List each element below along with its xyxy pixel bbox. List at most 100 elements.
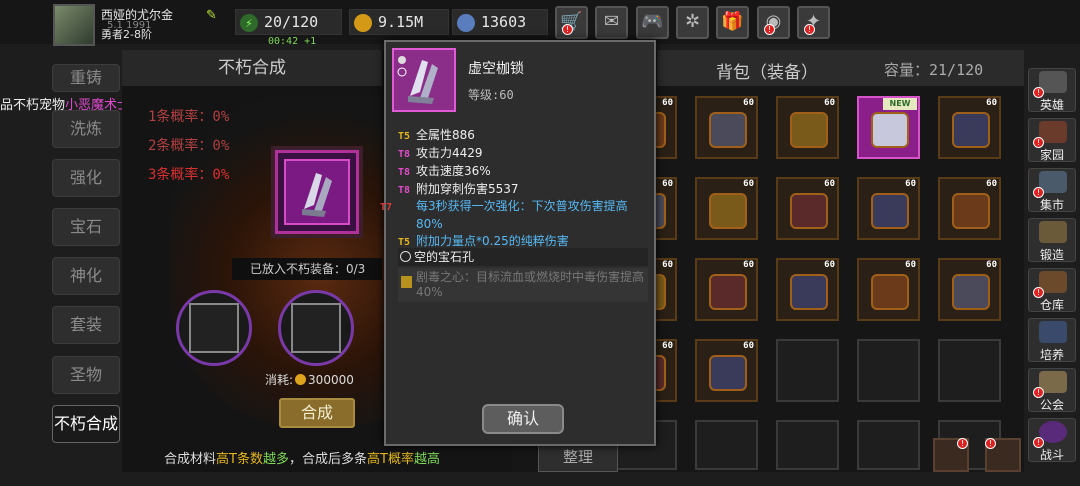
alert-badge: ! xyxy=(957,438,968,449)
stat-text: 攻击速度36% xyxy=(416,164,491,178)
empty-bag-slot[interactable] xyxy=(857,420,920,470)
gamepad-icon[interactable]: 🎮 xyxy=(636,6,669,39)
bag-item[interactable]: 60 xyxy=(695,339,758,402)
bag-title: 背包（装备） xyxy=(716,63,818,83)
equipment-icon xyxy=(952,193,990,229)
alert-badge: ! xyxy=(764,24,775,35)
side-guild[interactable]: 公会! xyxy=(1028,368,1076,412)
gauntlet-icon xyxy=(284,159,350,225)
gold-value: 9.15M xyxy=(378,13,424,31)
empty-bag-slot[interactable] xyxy=(776,420,839,470)
bag-item[interactable]: 60 xyxy=(776,258,839,321)
item-level-badge: 60 xyxy=(662,98,673,108)
item-level-badge: 60 xyxy=(824,179,835,189)
empty-bag-slot[interactable] xyxy=(938,339,1001,402)
confirm-button[interactable]: 确认 xyxy=(482,404,564,434)
chance-1: 1条概率：0% xyxy=(148,109,230,125)
result-slot[interactable] xyxy=(275,150,359,234)
gold-coin-icon xyxy=(295,374,307,385)
gold-counter: 9.15M xyxy=(349,9,449,35)
equipment-icon xyxy=(709,112,747,148)
side-hero[interactable]: 英雄! xyxy=(1028,68,1076,112)
tier-badge: T5 xyxy=(398,237,411,248)
hint-part: 合成材料 xyxy=(164,452,217,467)
hint-part: ，合成后多条 xyxy=(288,452,367,467)
side-label: 培养 xyxy=(1039,348,1064,362)
side-label: 战斗 xyxy=(1039,448,1064,462)
bag-item[interactable]: 60 xyxy=(938,258,1001,321)
bag-item[interactable]: 60 xyxy=(857,177,920,240)
bag-item[interactable]: 60 xyxy=(695,96,758,159)
mail-icon[interactable]: ✉ xyxy=(595,6,628,39)
item-level-badge: 60 xyxy=(824,260,835,270)
equipment-icon xyxy=(790,274,828,310)
lightning-icon: ⚡ xyxy=(240,14,258,32)
empty-bag-slot[interactable] xyxy=(695,420,758,470)
bag-item[interactable]: 60 xyxy=(938,177,1001,240)
menu-enhance[interactable]: 强化 xyxy=(52,159,120,197)
item-level-badge: 60 xyxy=(662,341,673,351)
stat-line: T8 攻击力4429 xyxy=(398,144,483,161)
item-level-badge: 60 xyxy=(986,260,997,270)
player-avatar[interactable] xyxy=(53,4,95,46)
side-label: 公会 xyxy=(1039,398,1064,412)
bag-item[interactable]: 60 xyxy=(857,258,920,321)
gem-icon xyxy=(457,14,475,32)
synthesis-hint: 合成材料高T条数越多，合成后多条高T概率越高 xyxy=(164,448,440,467)
edit-icon[interactable]: ✎ xyxy=(206,8,220,23)
item-level-badge: 60 xyxy=(743,341,754,351)
player-rank: 勇者2-8阶 xyxy=(101,28,152,41)
menu-divine[interactable]: 神化 xyxy=(52,257,120,295)
wheel-icon[interactable]: ◉! xyxy=(757,6,790,39)
side-home[interactable]: 家园! xyxy=(1028,118,1076,162)
placed-counter: 已放入不朽装备：0/3 xyxy=(232,258,382,280)
synthesize-button[interactable]: 合成 xyxy=(279,398,355,428)
settings-icon[interactable]: ✲ xyxy=(676,6,709,39)
hint-part: 高T条数 xyxy=(216,452,263,467)
bag-item[interactable]: 60 xyxy=(776,96,839,159)
new-tag: NEW xyxy=(883,98,917,110)
pet-banner: 品不朽宠物小恶魔术士 xyxy=(0,94,130,113)
hint-part: 高T概率 xyxy=(367,452,414,467)
item-level-badge: 60 xyxy=(905,260,916,270)
gem-value: 13603 xyxy=(481,13,527,31)
menu-set[interactable]: 套装 xyxy=(52,306,120,344)
bag-item[interactable]: 60NEW xyxy=(857,96,920,159)
empty-bag-slot[interactable] xyxy=(776,339,839,402)
side-warehouse[interactable]: 仓库! xyxy=(1028,268,1076,312)
empty-bag-slot[interactable] xyxy=(857,339,920,402)
cost-line: 消耗: 300000 xyxy=(265,371,354,388)
shop-icon[interactable]: 🛒! xyxy=(555,6,588,39)
stat-text: 攻击力4429 xyxy=(416,146,483,160)
event-icon[interactable]: ✦! xyxy=(797,6,830,39)
bag-item[interactable]: 60 xyxy=(938,96,1001,159)
side-battle[interactable]: 战斗! xyxy=(1028,418,1076,462)
tier-badge: T8 xyxy=(398,185,411,196)
equipment-icon xyxy=(871,274,909,310)
equipment-icon xyxy=(790,193,828,229)
menu-immortal-synthesis[interactable]: 不朽合成 xyxy=(52,405,120,443)
potion-quick-icon[interactable]: ! xyxy=(985,438,1021,472)
bag-item[interactable]: 60 xyxy=(695,177,758,240)
bag-item[interactable]: 60 xyxy=(695,258,758,321)
armor-quick-icon[interactable]: ! xyxy=(933,438,969,472)
gift-icon[interactable]: 🎁 xyxy=(716,6,749,39)
side-forge[interactable]: 锻造 xyxy=(1028,218,1076,262)
menu-recast[interactable]: 重铸 xyxy=(52,64,120,92)
item-icon xyxy=(392,48,456,112)
sort-button[interactable]: 整理 xyxy=(538,442,618,472)
material-slot-1[interactable] xyxy=(176,290,252,366)
tier-badge: T7 xyxy=(380,202,393,213)
equipment-icon xyxy=(952,112,990,148)
side-market[interactable]: 集市! xyxy=(1028,168,1076,212)
menu-gem[interactable]: 宝石 xyxy=(52,208,120,246)
menu-relic[interactable]: 圣物 xyxy=(52,356,120,394)
tier-badge: T8 xyxy=(398,149,411,160)
bag-item[interactable]: 60 xyxy=(776,177,839,240)
stat-line: T5 附加力量点*0.25的纯粹伤害 xyxy=(398,232,569,249)
side-train[interactable]: 培养 xyxy=(1028,318,1076,362)
menu-refine[interactable]: 洗炼 xyxy=(52,110,120,148)
material-slot-2[interactable] xyxy=(278,290,354,366)
cost-value: 300000 xyxy=(308,373,354,387)
hint-part: 越多 xyxy=(262,452,289,467)
